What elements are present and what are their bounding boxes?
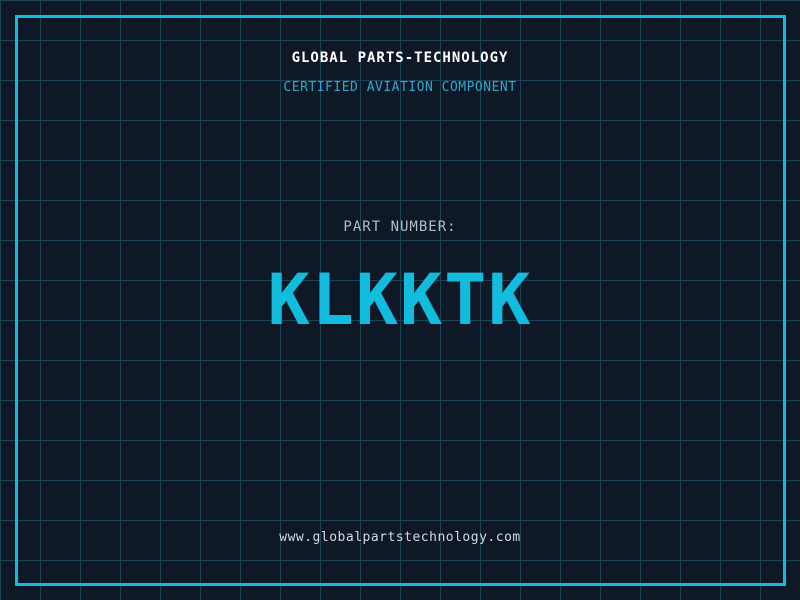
brand-title: GLOBAL PARTS-TECHNOLOGY: [291, 50, 509, 66]
brand-subtitle: CERTIFIED AVIATION COMPONENT: [283, 80, 517, 95]
part-number-label: PART NUMBER:: [343, 219, 457, 235]
part-number-value: KLKKTK: [267, 259, 533, 341]
certificate-page: GLOBAL PARTS-TECHNOLOGY CERTIFIED AVIATI…: [0, 0, 800, 600]
website-url: www.globalpartstechnology.com: [279, 530, 521, 545]
